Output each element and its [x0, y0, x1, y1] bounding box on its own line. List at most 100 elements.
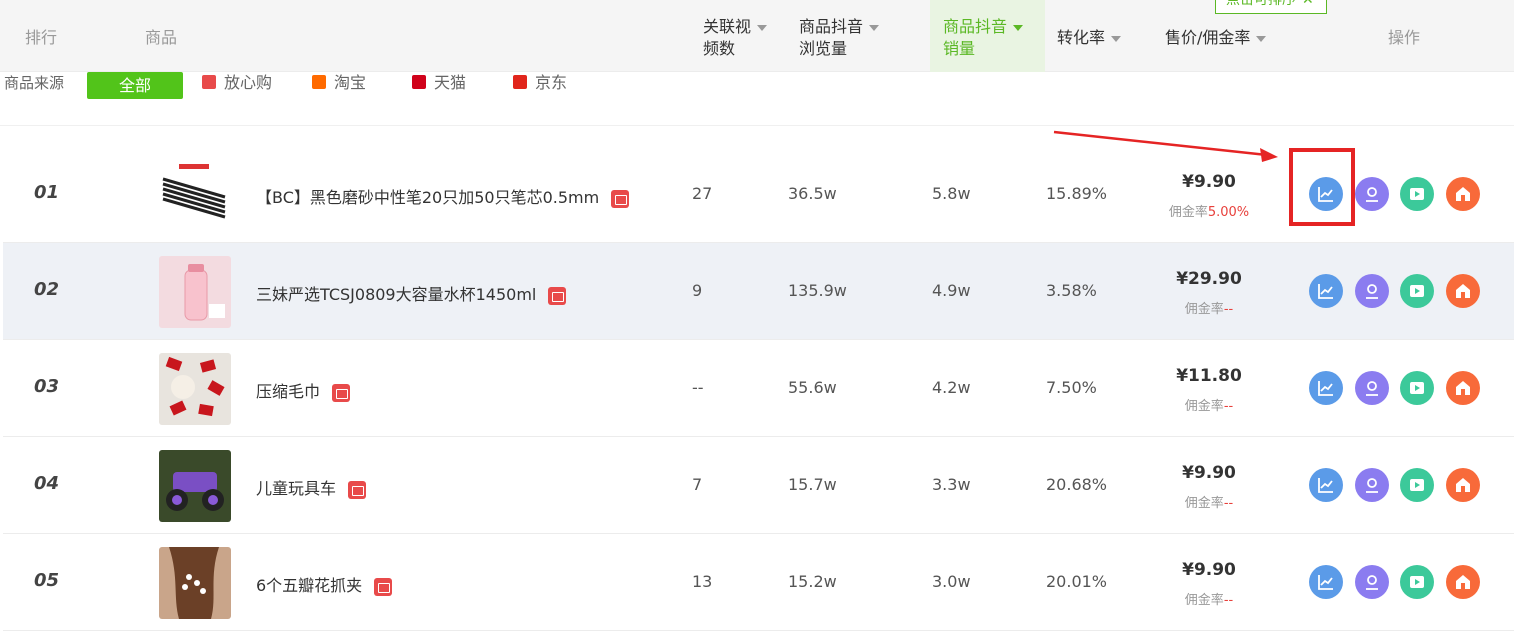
header-rank: 排行: [25, 28, 58, 47]
video-play-icon: [1410, 382, 1424, 394]
source-option-label: 放心购: [224, 73, 273, 92]
store-button[interactable]: [1446, 468, 1480, 502]
store-button[interactable]: [1446, 371, 1480, 405]
row-sales: 4.9w: [932, 281, 971, 300]
trend-chart-icon: [1318, 284, 1333, 299]
video-button[interactable]: [1400, 565, 1434, 599]
product-name[interactable]: 三妹严选TCSJ0809大容量水杯1450ml: [256, 281, 567, 305]
product-name-text: 压缩毛巾: [256, 382, 321, 401]
product-name[interactable]: 压缩毛巾: [256, 378, 351, 402]
header-actions: 操作: [1388, 28, 1421, 47]
product-name[interactable]: 儿童玩具车: [256, 475, 367, 499]
product-thumbnail[interactable]: [159, 450, 231, 522]
header-related-videos[interactable]: 关联视 频数: [703, 16, 768, 60]
row-views: 15.7w: [788, 475, 837, 494]
table-row[interactable]: 02 三妹严选TCSJ0809大容量水杯1450ml 9 135.9w 4.9w…: [3, 243, 1514, 340]
user-icon: [1366, 575, 1378, 590]
row-related-videos: 27: [692, 184, 713, 203]
product-thumbnail[interactable]: [159, 256, 231, 328]
product-thumbnail[interactable]: [159, 159, 231, 231]
sort-caret-icon: [757, 24, 768, 31]
store-icon: [1456, 381, 1470, 395]
store-button[interactable]: [1446, 565, 1480, 599]
sort-tooltip: 点击可排序 ✕: [1215, 0, 1327, 14]
header-views[interactable]: 商品抖音 浏览量: [799, 16, 880, 60]
header-related-videos-line2: 频数: [703, 39, 736, 58]
trend-button[interactable]: [1309, 565, 1343, 599]
video-play-icon: [1410, 285, 1424, 297]
row-commission: 佣金率--: [1166, 395, 1252, 414]
source-filter: 商品来源 全部 放心购 淘宝 天猫 京东: [0, 72, 1514, 126]
commission-label: 佣金率: [1184, 496, 1224, 511]
header-sales-line2: 销量: [943, 39, 976, 58]
trend-button[interactable]: [1309, 371, 1343, 405]
shop-bag-icon: [332, 383, 351, 402]
header-price[interactable]: 售价/佣金率: [1165, 27, 1267, 49]
sort-caret-icon: [1256, 35, 1267, 42]
annotation-highlight-box: [1289, 148, 1355, 226]
sort-tooltip-text: 点击可排序: [1226, 0, 1296, 8]
sort-caret-icon: [1013, 24, 1024, 31]
header-price-label: 售价/佣金率: [1165, 28, 1251, 47]
source-option-fangxingou[interactable]: 放心购: [202, 72, 272, 94]
product-thumbnail[interactable]: [159, 353, 231, 425]
header-sales-line1: 商品抖音: [943, 17, 1008, 36]
header-conversion-label: 转化率: [1057, 28, 1106, 47]
shop-bag-icon: [374, 577, 393, 596]
store-icon: [1456, 284, 1470, 298]
row-sales: 4.2w: [932, 378, 971, 397]
user-icon: [1366, 187, 1378, 202]
product-name[interactable]: 【BC】黑色磨砂中性笔20只加50只笔芯0.5mm: [256, 184, 630, 208]
header-conversion[interactable]: 转化率: [1057, 27, 1122, 49]
annotation-arrow: [1053, 130, 1278, 162]
store-button[interactable]: [1446, 177, 1480, 211]
row-conversion: 7.50%: [1046, 378, 1097, 397]
user-button[interactable]: [1355, 274, 1389, 308]
row-rank: 05: [34, 570, 60, 591]
video-button[interactable]: [1400, 177, 1434, 211]
source-option-taobao[interactable]: 淘宝: [312, 72, 366, 94]
row-related-videos: 7: [692, 475, 703, 494]
row-views: 135.9w: [788, 281, 847, 300]
product-name[interactable]: 6个五瓣花抓夹: [256, 572, 393, 596]
commission-rate: --: [1223, 399, 1234, 414]
source-option-jd[interactable]: 京东: [513, 72, 567, 94]
trend-button[interactable]: [1309, 274, 1343, 308]
video-button[interactable]: [1400, 371, 1434, 405]
source-option-all[interactable]: 全部: [87, 72, 183, 99]
row-commission: 佣金率--: [1166, 298, 1252, 317]
sort-caret-icon: [869, 24, 880, 31]
row-price: ¥9.90: [1182, 463, 1236, 483]
user-button[interactable]: [1355, 468, 1389, 502]
source-option-tmall[interactable]: 天猫: [412, 72, 466, 94]
user-button[interactable]: [1355, 177, 1389, 211]
row-related-videos: 13: [692, 572, 713, 591]
commission-rate: --: [1223, 496, 1234, 511]
row-views: 15.2w: [788, 572, 837, 591]
store-button[interactable]: [1446, 274, 1480, 308]
row-rank: 04: [34, 473, 60, 494]
table-row[interactable]: 05 6个五瓣花抓夹 13 15.2w 3.0w 20.01% ¥9.90 佣金…: [3, 534, 1514, 631]
product-name-text: 儿童玩具车: [256, 479, 337, 498]
trend-chart-icon: [1318, 478, 1333, 493]
video-button[interactable]: [1400, 468, 1434, 502]
close-icon[interactable]: ✕: [1302, 0, 1314, 8]
table-row[interactable]: 04 儿童玩具车 7 15.7w 3.3w 20.68% ¥9.90 佣金率--: [3, 437, 1514, 534]
table-row[interactable]: 03 压缩毛巾 -- 55.6w 4.2w 7.50% ¥11.80 佣金率--: [3, 340, 1514, 437]
header-views-line2: 浏览量: [799, 39, 848, 58]
product-thumbnail[interactable]: [159, 547, 231, 619]
user-button[interactable]: [1355, 371, 1389, 405]
video-play-icon: [1410, 188, 1424, 200]
fangxingou-icon: [202, 75, 216, 89]
trend-button[interactable]: [1309, 468, 1343, 502]
header-related-videos-line1: 关联视: [703, 17, 752, 36]
product-name-text: 三妹严选TCSJ0809大容量水杯1450ml: [256, 285, 537, 304]
header-sales[interactable]: 商品抖音 销量: [943, 16, 1024, 60]
product-name-text: 6个五瓣花抓夹: [256, 576, 363, 595]
shop-bag-icon: [611, 189, 630, 208]
video-button[interactable]: [1400, 274, 1434, 308]
row-price: ¥9.90: [1182, 172, 1236, 192]
user-button[interactable]: [1355, 565, 1389, 599]
commission-rate: --: [1223, 593, 1234, 608]
source-option-label: 淘宝: [334, 73, 367, 92]
